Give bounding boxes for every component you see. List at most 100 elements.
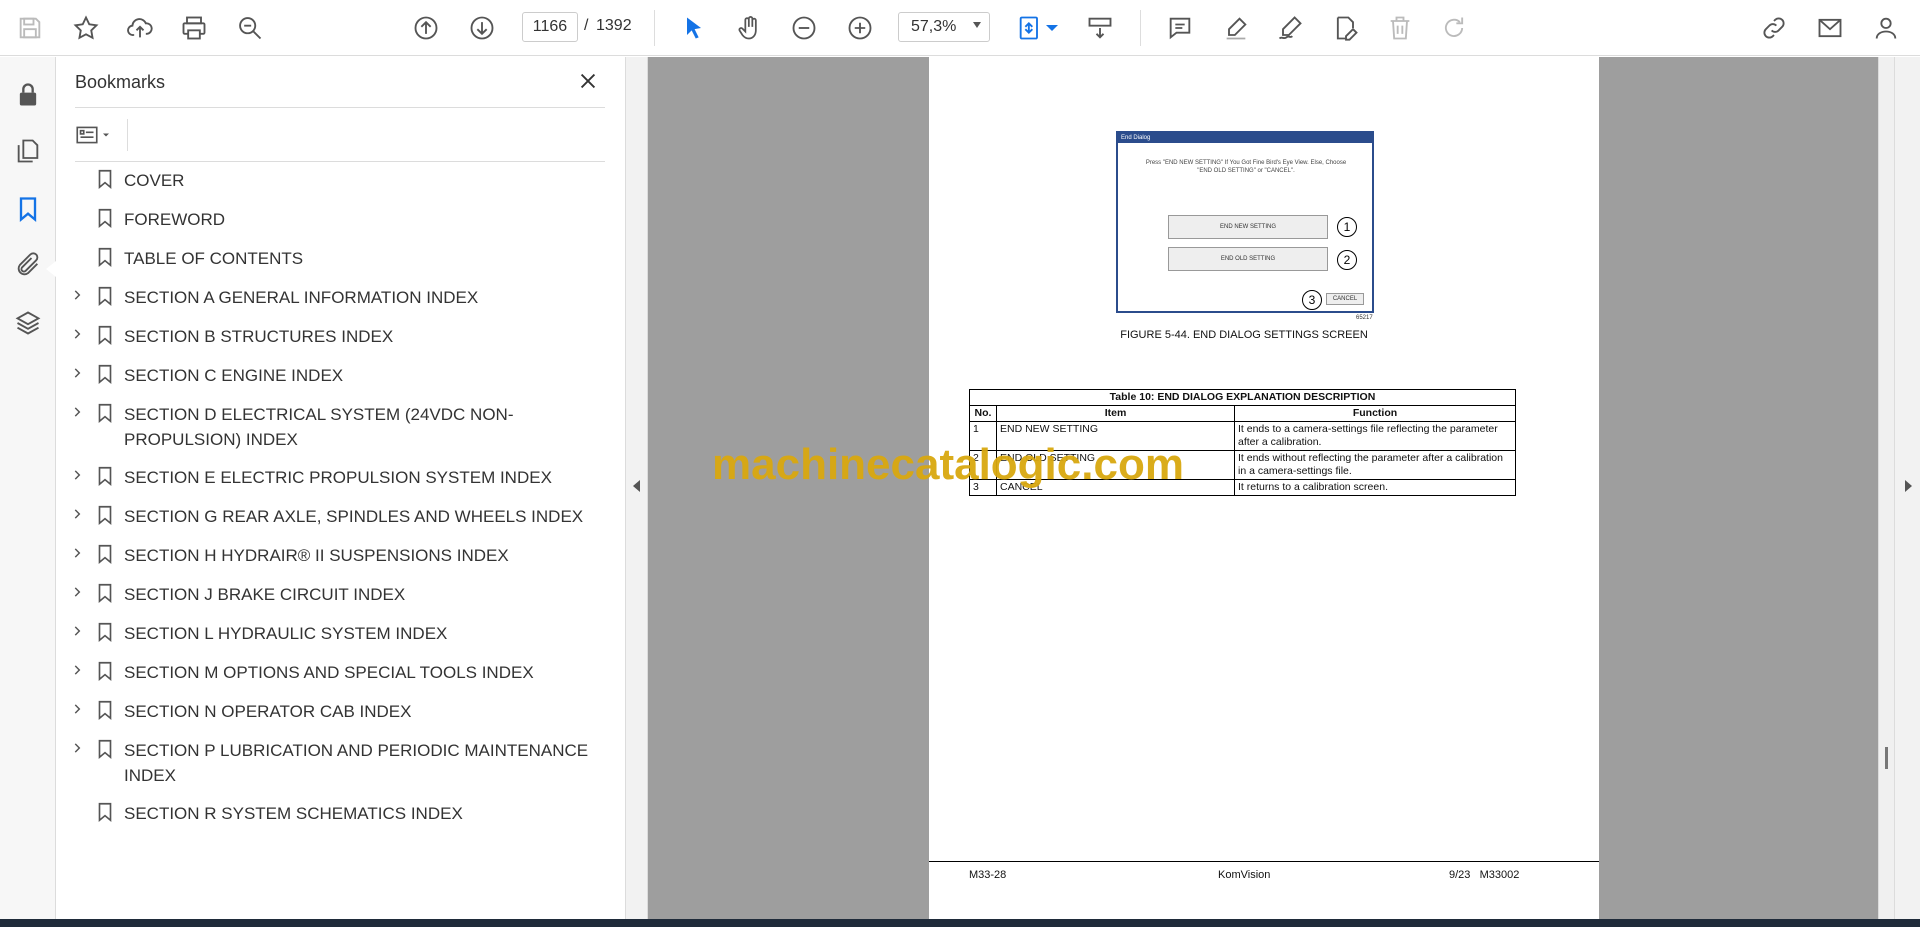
- footer-left: M33-28: [969, 869, 1007, 881]
- taskbar-edge: [0, 919, 1920, 927]
- document-viewport[interactable]: End Dialog Press "END NEW SETTING" If Yo…: [626, 57, 1878, 919]
- callout-1: 1: [1337, 217, 1357, 237]
- table-cell: It returns to a calibration screen.: [1234, 479, 1516, 496]
- bookmark-icon[interactable]: [10, 191, 46, 227]
- chevron-right-icon[interactable]: [70, 405, 84, 419]
- sign-icon[interactable]: [1272, 10, 1308, 46]
- highlight-icon[interactable]: [1218, 10, 1254, 46]
- callout-3: 3: [1302, 290, 1322, 310]
- footer-right: 9/23 M33002: [1449, 869, 1520, 881]
- star-icon[interactable]: [68, 10, 104, 46]
- figure-caption: FIGURE 5-44. END DIALOG SETTINGS SCREEN: [1120, 329, 1368, 341]
- chevron-right-icon[interactable]: [70, 288, 84, 302]
- chevron-right-icon: [1905, 480, 1912, 492]
- table-cell: It ends without reflecting the parameter…: [1234, 450, 1516, 480]
- fit-options-chevron-icon[interactable]: [1040, 10, 1064, 46]
- page-down-icon[interactable]: [464, 10, 500, 46]
- zoom-select[interactable]: 57,3%: [898, 12, 990, 42]
- lock-icon[interactable]: [10, 77, 46, 113]
- chevron-right-icon[interactable]: [70, 741, 84, 755]
- chevron-right-icon[interactable]: [70, 366, 84, 380]
- chevron-right-icon[interactable]: [70, 585, 84, 599]
- chevron-right-icon[interactable]: [70, 702, 84, 716]
- attachment-icon[interactable]: [10, 247, 46, 283]
- collapse-right-panel-button[interactable]: [1894, 57, 1920, 919]
- save-icon[interactable]: [12, 10, 48, 46]
- dialog-message: Press "END NEW SETTING" If You Got Fine …: [1145, 160, 1347, 174]
- bookmark-icon: [94, 206, 116, 230]
- chevron-right-icon[interactable]: [70, 663, 84, 677]
- bookmark-options-button[interactable]: [74, 121, 120, 149]
- zoom-value: 57,3%: [911, 18, 957, 35]
- bookmark-label: SECTION G REAR AXLE, SPINDLES AND WHEELS…: [124, 507, 584, 526]
- bookmark-label: SECTION R SYSTEM SCHEMATICS INDEX: [124, 804, 463, 823]
- collapse-left-panel-button[interactable]: [626, 57, 648, 919]
- chevron-right-icon[interactable]: [70, 507, 84, 521]
- zoom-out-icon[interactable]: [786, 10, 822, 46]
- share-link-icon[interactable]: [1756, 10, 1792, 46]
- chevron-right-icon[interactable]: [70, 546, 84, 560]
- select-cursor-icon[interactable]: [676, 10, 712, 46]
- toolbar-divider: [1140, 10, 1141, 46]
- chevron-right-icon[interactable]: [70, 327, 84, 341]
- upload-icon[interactable]: [122, 10, 158, 46]
- layers-icon[interactable]: [10, 305, 46, 341]
- bookmark-icon: [94, 800, 116, 824]
- bookmark-icon: [94, 167, 116, 191]
- page-number-input[interactable]: [522, 12, 578, 42]
- chevron-down-icon: [973, 22, 981, 28]
- bookmark-label: SECTION E ELECTRIC PROPULSION SYSTEM IND…: [124, 468, 552, 487]
- mail-icon[interactable]: [1812, 10, 1848, 46]
- watermark: machinecatalogic.com: [712, 440, 1184, 489]
- pages-icon[interactable]: [10, 133, 46, 169]
- print-icon[interactable]: [176, 10, 212, 46]
- table-cell: It ends to a camera-settings file reflec…: [1234, 421, 1516, 451]
- footer-center: KomVision: [1218, 869, 1271, 881]
- scrollbar-thumb[interactable]: [1885, 747, 1888, 769]
- find-icon[interactable]: [232, 10, 268, 46]
- rotate-icon[interactable]: [1436, 10, 1472, 46]
- bookmark-label: SECTION A GENERAL INFORMATION INDEX: [124, 288, 479, 307]
- zoom-in-icon[interactable]: [842, 10, 878, 46]
- hand-icon[interactable]: [732, 10, 768, 46]
- bookmark-icon: [94, 323, 116, 347]
- bookmark-icon: [94, 362, 116, 386]
- dialog-screenshot: End Dialog Press "END NEW SETTING" If Yo…: [1116, 131, 1374, 313]
- bookmark-label: COVER: [124, 171, 185, 190]
- list-options-icon: [76, 126, 98, 144]
- table-caption: Table 10: END DIALOG EXPLANATION DESCRIP…: [969, 389, 1516, 406]
- vertical-scrollbar[interactable]: [1878, 57, 1894, 919]
- panel-divider: [75, 107, 605, 108]
- bookmark-label: SECTION L HYDRAULIC SYSTEM INDEX: [124, 624, 448, 643]
- bookmark-icon: [94, 659, 116, 683]
- bookmark-label: SECTION P LUBRICATION AND PERIODIC MAINT…: [124, 741, 589, 785]
- chevron-right-icon[interactable]: [70, 624, 84, 638]
- bookmarks-panel: Bookmarks COVER FOREWORD TABLE OF CONTENTS…: [56, 57, 626, 919]
- bookmark-icon: [94, 581, 116, 605]
- account-icon[interactable]: [1868, 10, 1904, 46]
- active-panel-indicator: [46, 261, 56, 277]
- panel-title: Bookmarks: [75, 72, 166, 92]
- panel-divider: [75, 161, 605, 162]
- bookmark-icon: [94, 737, 116, 761]
- main-toolbar: / 1392 57,3%: [0, 0, 1920, 56]
- bookmark-label: SECTION N OPERATOR CAB INDEX: [124, 702, 412, 721]
- bookmark-label: SECTION J BRAKE CIRCUIT INDEX: [124, 585, 406, 604]
- table-header: Item: [996, 405, 1235, 422]
- delete-icon[interactable]: [1382, 10, 1418, 46]
- page-separator: /: [584, 17, 589, 34]
- bookmark-label: SECTION M OPTIONS AND SPECIAL TOOLS INDE…: [124, 663, 534, 682]
- bookmark-icon: [94, 503, 116, 527]
- chevron-down-icon: [103, 133, 109, 137]
- chevron-right-icon[interactable]: [70, 468, 84, 482]
- bookmark-icon: [94, 401, 116, 425]
- comment-icon[interactable]: [1162, 10, 1198, 46]
- bookmark-icon: [94, 620, 116, 644]
- page-up-icon[interactable]: [408, 10, 444, 46]
- dialog-cancel-button: CANCEL: [1326, 293, 1364, 305]
- close-icon[interactable]: [574, 67, 602, 95]
- table-header: No.: [969, 405, 997, 422]
- scroll-mode-icon[interactable]: [1082, 10, 1118, 46]
- edit-pdf-icon[interactable]: [1328, 10, 1364, 46]
- options-divider: [127, 119, 128, 151]
